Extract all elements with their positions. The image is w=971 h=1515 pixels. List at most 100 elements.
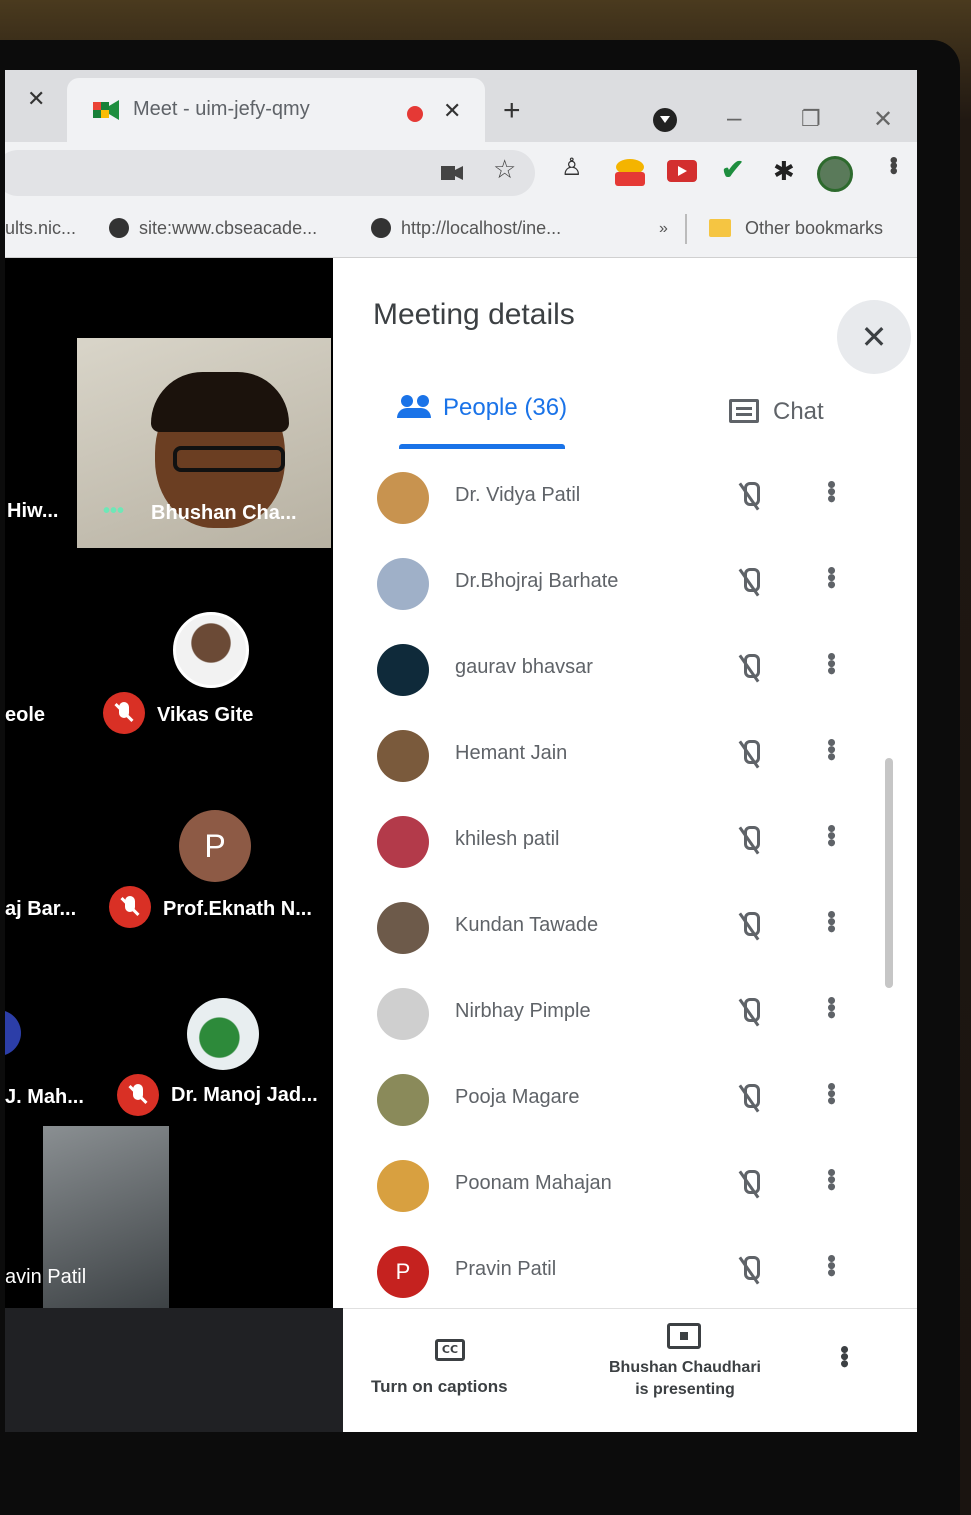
more-options-icon[interactable]: ••• <box>817 652 847 673</box>
active-tab-indicator <box>399 444 565 449</box>
more-options-icon[interactable]: ••• <box>829 1345 860 1366</box>
participant-row[interactable]: Pooja Magare ••• <box>333 1066 917 1146</box>
mic-off-icon <box>103 692 145 734</box>
tab-chat[interactable]: Chat <box>729 398 824 426</box>
tile-name: J. Mah... <box>5 1086 84 1108</box>
meet-logo-icon <box>93 100 119 120</box>
tile-name: Hiw... <box>7 500 59 522</box>
participant-row[interactable]: Dr. Vidya Patil ••• <box>333 464 917 544</box>
window-close-icon[interactable]: ✕ <box>873 108 893 132</box>
puzzle-extensions-icon[interactable]: ✱ <box>773 158 795 184</box>
minimize-icon[interactable]: – <box>727 104 741 130</box>
participant-row[interactable]: Hemant Jain ••• <box>333 722 917 802</box>
tile-name: Dr. Manoj Jad... <box>171 1084 318 1106</box>
profile-avatar[interactable] <box>817 156 853 192</box>
avatar <box>377 1160 429 1212</box>
recording-icon <box>407 106 423 122</box>
tile-name: eole <box>5 704 46 726</box>
mic-off-icon[interactable] <box>735 998 763 1028</box>
more-options-icon[interactable]: ••• <box>817 1254 847 1275</box>
more-options-icon[interactable]: ••• <box>817 910 847 931</box>
avatar <box>377 644 429 696</box>
avatar <box>173 612 249 688</box>
presenting-text: is presenting <box>635 1381 735 1398</box>
presenting-label: Bhushan Chaudhari is presenting <box>597 1357 773 1401</box>
panel-title: Meeting details <box>373 298 575 331</box>
mic-off-icon[interactable] <box>735 826 763 856</box>
scrollbar[interactable] <box>885 758 893 988</box>
participant-name: gaurav bhavsar <box>455 656 593 678</box>
bookmark-star-icon[interactable]: ☆ <box>493 156 516 182</box>
restore-icon[interactable]: ❐ <box>801 108 821 130</box>
tab-search-icon[interactable] <box>653 108 677 132</box>
avatar <box>187 998 259 1070</box>
mic-off-icon[interactable] <box>735 482 763 512</box>
bookmark-label: site:www.cbseacade... <box>139 218 318 238</box>
captions-label: Turn on captions <box>371 1377 508 1396</box>
youtube-extension-icon[interactable] <box>667 160 697 182</box>
participant-row[interactable]: Nirbhay Pimple ••• <box>333 980 917 1060</box>
browser-menu-icon[interactable]: ••• <box>880 156 907 172</box>
participant-name: Hemant Jain <box>455 742 568 764</box>
mic-off-icon <box>117 1074 159 1116</box>
more-options-icon[interactable]: ••• <box>817 1082 847 1103</box>
participant-name: Dr.Bhojraj Barhate <box>455 570 619 592</box>
bookmarks-overflow-icon[interactable]: » <box>659 220 668 238</box>
meet-bottom-bar: CC Turn on captions Bhushan Chaudhari is… <box>343 1308 917 1432</box>
bookmark-item[interactable]: http://localhost/ine... <box>371 218 561 239</box>
bookmark-item[interactable]: site:www.cbseacade... <box>109 218 317 239</box>
participant-row[interactable]: P Pravin Patil ••• <box>333 1238 917 1318</box>
more-options-icon[interactable]: ••• <box>817 738 847 759</box>
participant-tile-video[interactable]: ••• Bhushan Cha... <box>77 338 331 548</box>
close-icon[interactable]: ✕ <box>27 86 45 112</box>
participant-name: Kundan Tawade <box>455 914 599 936</box>
avatar <box>377 1074 429 1126</box>
more-options-icon[interactable]: ••• <box>817 824 847 845</box>
other-bookmarks[interactable]: Other bookmarks <box>709 218 883 239</box>
tab-people[interactable]: People (36) <box>397 394 567 422</box>
mic-off-icon[interactable] <box>735 912 763 942</box>
tab-chat-label: Chat <box>773 398 824 425</box>
close-tab-icon[interactable]: ✕ <box>443 98 461 124</box>
browser-toolbar: ☆ ♙ ✔ ✱ ••• <box>5 142 917 204</box>
mic-off-icon[interactable] <box>735 654 763 684</box>
participant-hair <box>151 372 289 432</box>
camera-icon[interactable] <box>441 166 463 180</box>
participant-row[interactable]: Poonam Mahajan ••• <box>333 1152 917 1232</box>
mic-off-icon <box>109 886 151 928</box>
participant-row[interactable]: khilesh patil ••• <box>333 808 917 888</box>
other-bookmarks-label: Other bookmarks <box>745 218 884 238</box>
new-tab-button[interactable]: + <box>503 96 521 126</box>
tile-name: Bhushan Cha... <box>151 502 297 524</box>
more-options-icon[interactable]: ••• <box>817 480 847 501</box>
mic-off-icon[interactable] <box>735 1084 763 1114</box>
participant-name: khilesh patil <box>455 828 560 850</box>
avatar-initial: P <box>179 810 251 882</box>
extension-icon[interactable]: ♙ <box>561 156 583 180</box>
participant-row[interactable]: Kundan Tawade ••• <box>333 894 917 974</box>
close-panel-button[interactable]: ✕ <box>837 300 911 374</box>
bookmark-label: http://localhost/ine... <box>401 218 562 238</box>
more-options-icon[interactable]: ••• <box>817 996 847 1017</box>
people-icon <box>397 395 431 418</box>
avatar <box>377 988 429 1040</box>
mic-off-icon[interactable] <box>735 1170 763 1200</box>
tile-name: avin Patil <box>5 1266 87 1288</box>
speaking-indicator-icon: ••• <box>103 500 125 522</box>
participant-name: Poonam Mahajan <box>455 1172 612 1194</box>
tab-meet[interactable]: Meet - uim-jefy-qmy ✕ <box>67 78 485 142</box>
check-extension-icon[interactable]: ✔ <box>721 156 744 184</box>
more-options-icon[interactable]: ••• <box>817 1168 847 1189</box>
more-options-icon[interactable]: ••• <box>817 566 847 587</box>
bookmark-item[interactable]: ults.nic... <box>5 218 76 239</box>
extension-new-icon[interactable] <box>613 158 647 188</box>
bookmarks-bar: ults.nic... site:www.cbseacade... http:/… <box>5 204 917 258</box>
captions-icon: CC <box>435 1339 465 1361</box>
tile-name: Prof.Eknath N... <box>163 898 312 920</box>
participant-row[interactable]: Dr.Bhojraj Barhate ••• <box>333 550 917 630</box>
mic-off-icon[interactable] <box>735 740 763 770</box>
participant-row[interactable]: gaurav bhavsar ••• <box>333 636 917 716</box>
avatar <box>377 816 429 868</box>
mic-off-icon[interactable] <box>735 568 763 598</box>
mic-off-icon[interactable] <box>735 1256 763 1286</box>
